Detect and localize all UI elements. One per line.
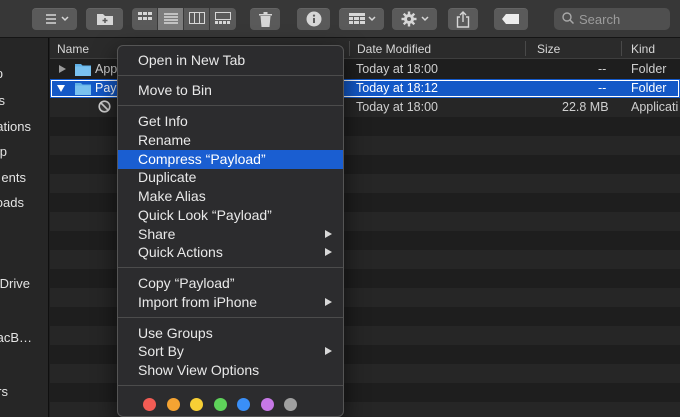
submenu-arrow-icon	[325, 230, 332, 238]
menu-item-label: Import from iPhone	[138, 294, 258, 310]
share-icon	[456, 10, 470, 28]
file-date: Today at 18:00	[356, 62, 439, 76]
menu-item-sort-by[interactable]: Sort By	[118, 342, 343, 361]
column-header-name[interactable]: Name	[57, 42, 89, 56]
column-header-size[interactable]: Size	[537, 42, 560, 56]
new-folder-button[interactable]	[86, 8, 123, 30]
column-header-date[interactable]: Date Modified	[357, 42, 431, 56]
delete-button[interactable]	[250, 8, 280, 30]
action-button[interactable]	[392, 8, 437, 30]
menu-item-rename[interactable]: Rename	[118, 131, 343, 150]
file-size: --	[598, 62, 607, 76]
new-folder-icon	[96, 12, 114, 26]
file-kind: Applicati	[631, 100, 679, 114]
trash-icon	[258, 11, 272, 27]
folder-icon	[75, 63, 91, 76]
search-icon	[562, 11, 575, 27]
folder-icon	[75, 82, 91, 95]
file-size: --	[598, 81, 607, 95]
file-name: Pay	[95, 81, 117, 95]
sidebar-item[interactable]: rs	[0, 384, 8, 399]
tag-color-dot[interactable]	[190, 398, 203, 411]
tag-color-dot[interactable]	[213, 398, 227, 411]
menu-item-share[interactable]: Share	[118, 225, 343, 244]
menu-item-open-new-tab[interactable]: Open in New Tab	[118, 51, 343, 70]
file-kind: Folder	[631, 62, 667, 76]
menu-separator	[118, 267, 343, 268]
menu-item-copy[interactable]: Copy “Payload”	[118, 274, 343, 293]
gallery-view-button[interactable]	[210, 8, 236, 30]
gallery-view-icon	[215, 11, 231, 27]
sidebar-item[interactable]: s	[0, 93, 5, 108]
menu-item-use-groups[interactable]: Use Groups	[118, 324, 343, 343]
menu-item-quick-look[interactable]: Quick Look “Payload”	[118, 206, 343, 225]
column-divider[interactable]	[621, 41, 622, 56]
file-date: Today at 18:00	[356, 100, 439, 114]
share-button[interactable]	[448, 8, 478, 30]
menu-item-quick-actions[interactable]: Quick Actions	[118, 243, 343, 262]
back-forward-icon	[40, 12, 70, 26]
menu-item-duplicate[interactable]: Duplicate	[118, 168, 343, 187]
group-icon	[347, 12, 377, 26]
search-field[interactable]	[554, 8, 670, 30]
column-divider[interactable]	[525, 41, 526, 56]
view-mode-segment	[132, 8, 236, 30]
tag-color-dot[interactable]	[237, 398, 250, 411]
menu-item-move-to-bin[interactable]: Move to Bin	[118, 81, 343, 100]
disclosure-triangle-icon[interactable]	[57, 85, 65, 92]
tag-color-dot[interactable]	[143, 398, 156, 411]
file-date: Today at 18:12	[356, 81, 439, 95]
file-name: App	[95, 62, 118, 76]
sidebar-item[interactable]: acB…	[0, 330, 32, 345]
sidebar-item[interactable]: oads	[0, 195, 24, 210]
menu-item-label: Quick Actions	[138, 244, 223, 260]
sidebar-item[interactable]: ents	[1, 170, 26, 185]
sidebar-item[interactable]: ations	[0, 119, 31, 134]
column-view-button[interactable]	[184, 8, 210, 30]
menu-separator	[118, 75, 343, 76]
group-button[interactable]	[339, 8, 384, 30]
submenu-arrow-icon	[325, 347, 332, 355]
menu-item-label: Share	[138, 226, 176, 242]
menu-item-compress[interactable]: Compress “Payload”	[118, 150, 343, 169]
menu-item-make-alias[interactable]: Make Alias	[118, 187, 343, 206]
gear-icon	[400, 11, 430, 27]
column-view-icon	[188, 11, 205, 27]
toolbar	[0, 0, 680, 38]
icon-view-icon	[137, 11, 152, 27]
list-view-icon	[163, 12, 178, 27]
list-view-button[interactable]	[158, 8, 184, 30]
file-kind: Folder	[631, 81, 667, 95]
sidebar-item[interactable]: Drive	[0, 276, 30, 291]
menu-separator	[118, 105, 343, 106]
menu-separator	[118, 317, 343, 318]
search-input[interactable]	[579, 11, 659, 27]
get-info-button[interactable]	[297, 8, 330, 30]
column-header-kind[interactable]: Kind	[631, 42, 655, 56]
sidebar-item[interactable]: p	[0, 144, 7, 159]
menu-item-label: Sort By	[138, 343, 184, 359]
menu-item-get-info[interactable]: Get Info	[118, 112, 343, 131]
context-menu: Open in New Tab Move to Bin Get Info Ren…	[117, 45, 344, 417]
tag-color-dot[interactable]	[260, 398, 274, 411]
app-prohibited-icon	[98, 100, 111, 113]
sidebar: p s ations p ents oads Drive acB… rs	[0, 38, 49, 417]
menu-item-import-iphone[interactable]: Import from iPhone	[118, 293, 343, 312]
column-divider[interactable]	[349, 41, 350, 56]
tag-color-dot[interactable]	[284, 398, 297, 411]
info-icon	[306, 11, 322, 27]
tag-color-dot[interactable]	[166, 398, 180, 411]
menu-item-show-view-options[interactable]: Show View Options	[118, 361, 343, 380]
icon-view-button[interactable]	[132, 8, 158, 30]
file-size: 22.8 MB	[562, 100, 609, 114]
tag-icon	[502, 14, 520, 24]
menu-separator	[118, 385, 343, 386]
tags-button[interactable]	[494, 8, 528, 30]
submenu-arrow-icon	[325, 248, 332, 256]
sidebar-item[interactable]: p	[0, 66, 3, 81]
disclosure-triangle-icon[interactable]	[59, 65, 66, 73]
submenu-arrow-icon	[325, 298, 332, 306]
back-forward-button[interactable]	[32, 8, 77, 30]
